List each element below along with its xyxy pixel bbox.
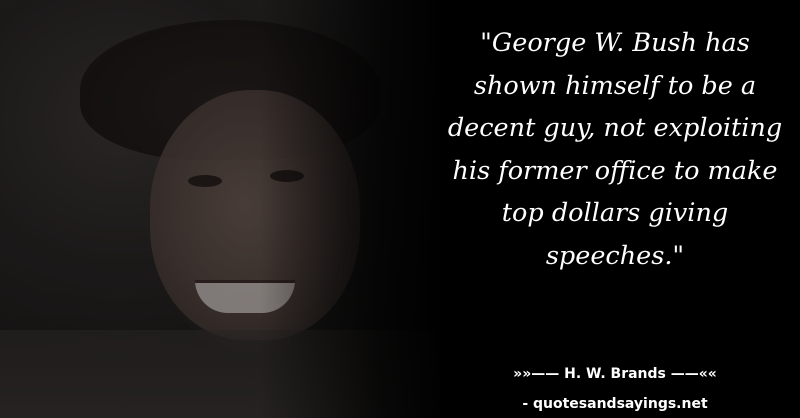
source-line: - quotesandsayings.net: [522, 396, 708, 412]
quote-card: "George W. Bush has shown himself to be …: [0, 0, 800, 418]
author-line: »»—— H. W. Brands ——««: [513, 366, 717, 382]
quote-text: "George W. Bush has shown himself to be …: [447, 28, 783, 271]
